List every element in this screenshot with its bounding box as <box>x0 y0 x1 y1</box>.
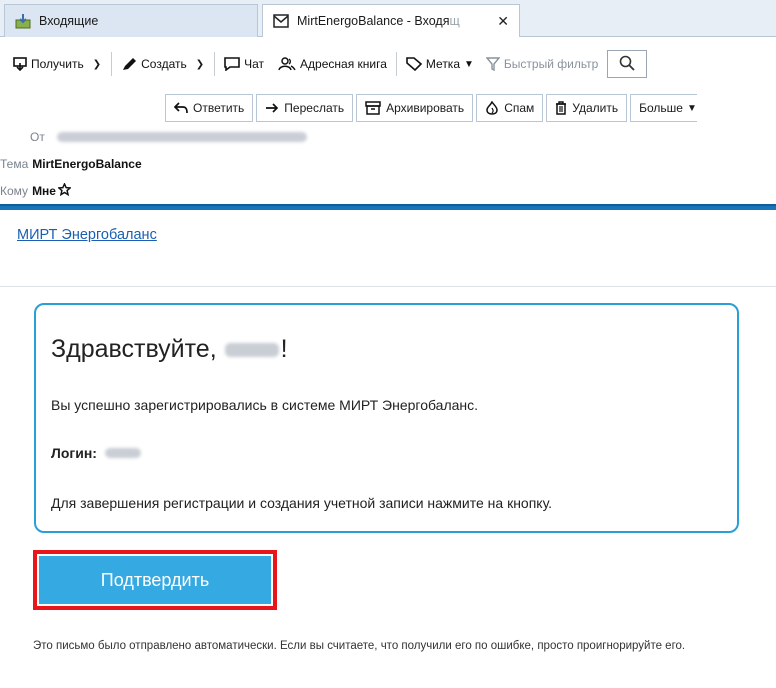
message-body: МИРТ Энергобаланс Здравствуйте, ! Вы усп… <box>0 210 776 688</box>
main-toolbar: Получить ❯ Создать ❯ Чат Адресная книга … <box>0 37 776 91</box>
registration-text: Вы успешно зарегистрировались в системе … <box>51 397 479 413</box>
sender-link[interactable]: МИРТ Энергобаланс <box>17 227 157 243</box>
quick-filter-label: Быстрый фильтр <box>503 57 599 71</box>
instruction-text: Для завершения регистрации и создания уч… <box>51 495 553 511</box>
compose-label: Создать <box>141 57 187 71</box>
flame-icon <box>485 101 499 115</box>
user-name-redacted <box>224 342 279 357</box>
compose-button[interactable]: Создать <box>118 49 190 79</box>
get-mail-label: Получить <box>31 57 84 71</box>
tag-label: Метка <box>425 57 460 71</box>
message-actions: Ответить Переслать Архивировать Спам Уда… <box>165 94 697 122</box>
chat-label: Чат <box>244 57 265 71</box>
subject-label: Тема <box>0 157 29 171</box>
envelope-icon <box>273 13 289 29</box>
tag-icon <box>406 57 422 71</box>
to-value: Мне <box>32 184 56 198</box>
greeting: Здравствуйте, ! <box>51 335 288 364</box>
reply-icon <box>174 102 188 114</box>
chevron-down-icon[interactable]: ❯ <box>196 59 204 70</box>
tab-label: Входящие <box>39 14 99 28</box>
greeting-text: Здравствуйте, <box>51 335 217 363</box>
tab-message[interactable]: MirtEnergoBalance - Входящ ✕ <box>262 4 520 38</box>
subject-row: Тема MirtEnergoBalance <box>0 157 142 171</box>
confirm-button-highlight: Подтвердить <box>33 550 277 610</box>
login-label: Логин: <box>51 445 97 461</box>
forward-label: Переслать <box>284 101 345 115</box>
more-button[interactable]: Больше ▼ <box>630 94 697 122</box>
delete-button[interactable]: Удалить <box>546 94 628 122</box>
to-label: Кому <box>0 184 29 198</box>
from-address-redacted[interactable] <box>56 132 307 142</box>
login-redacted <box>104 448 141 458</box>
divider <box>0 286 776 287</box>
pencil-icon <box>121 57 137 71</box>
greeting-end: ! <box>280 335 288 363</box>
chevron-down-icon: ▼ <box>686 102 697 114</box>
chat-button[interactable]: Чат <box>221 49 267 79</box>
forward-icon <box>265 103 279 113</box>
spam-button[interactable]: Спам <box>476 94 544 122</box>
archive-button[interactable]: Архивировать <box>356 94 474 122</box>
message-header: Ответить Переслать Архивировать Спам Уда… <box>0 91 776 204</box>
from-row: От <box>30 130 307 144</box>
forward-button[interactable]: Переслать <box>256 94 354 122</box>
search-button[interactable] <box>607 50 648 78</box>
login-line: Логин: <box>51 445 141 461</box>
delete-label: Удалить <box>572 101 619 115</box>
chevron-down-icon: ▼ <box>464 58 474 70</box>
archive-label: Архивировать <box>386 101 465 115</box>
tab-bar: Входящие MirtEnergoBalance - Входящ ✕ <box>0 0 776 38</box>
search-icon <box>619 55 635 74</box>
star-icon[interactable] <box>57 182 72 199</box>
close-icon[interactable]: ✕ <box>497 13 509 30</box>
tab-label: MirtEnergoBalance - Входящ <box>297 14 460 28</box>
reply-button[interactable]: Ответить <box>165 94 254 122</box>
archive-icon <box>365 101 381 115</box>
more-label: Больше <box>639 101 683 115</box>
contacts-icon <box>278 57 296 71</box>
tab-inbox[interactable]: Входящие <box>4 4 258 37</box>
subject-value: MirtEnergoBalance <box>32 157 142 171</box>
spam-label: Спам <box>504 101 535 115</box>
confirm-button[interactable]: Подтвердить <box>39 556 271 604</box>
footer-note: Это письмо было отправлено автоматически… <box>33 640 686 652</box>
get-mail-button[interactable]: Получить <box>10 49 87 79</box>
addressbook-label: Адресная книга <box>300 57 387 71</box>
chat-icon <box>224 57 240 71</box>
to-row: Кому Мне <box>0 182 72 199</box>
welcome-card: Здравствуйте, ! Вы успешно зарегистриров… <box>34 303 739 533</box>
divider <box>111 52 113 76</box>
quick-filter-button[interactable]: Быстрый фильтр <box>483 49 601 79</box>
reply-label: Ответить <box>193 101 245 115</box>
divider <box>395 52 397 76</box>
addressbook-button[interactable]: Адресная книга <box>275 49 390 79</box>
divider <box>214 52 216 76</box>
inbox-icon <box>15 13 31 29</box>
tag-button[interactable]: Метка ▼ <box>403 49 477 79</box>
chevron-down-icon[interactable]: ❯ <box>93 59 101 70</box>
from-label: От <box>30 130 45 144</box>
filter-icon <box>485 57 500 71</box>
download-icon <box>13 57 27 71</box>
trash-icon <box>555 101 567 115</box>
